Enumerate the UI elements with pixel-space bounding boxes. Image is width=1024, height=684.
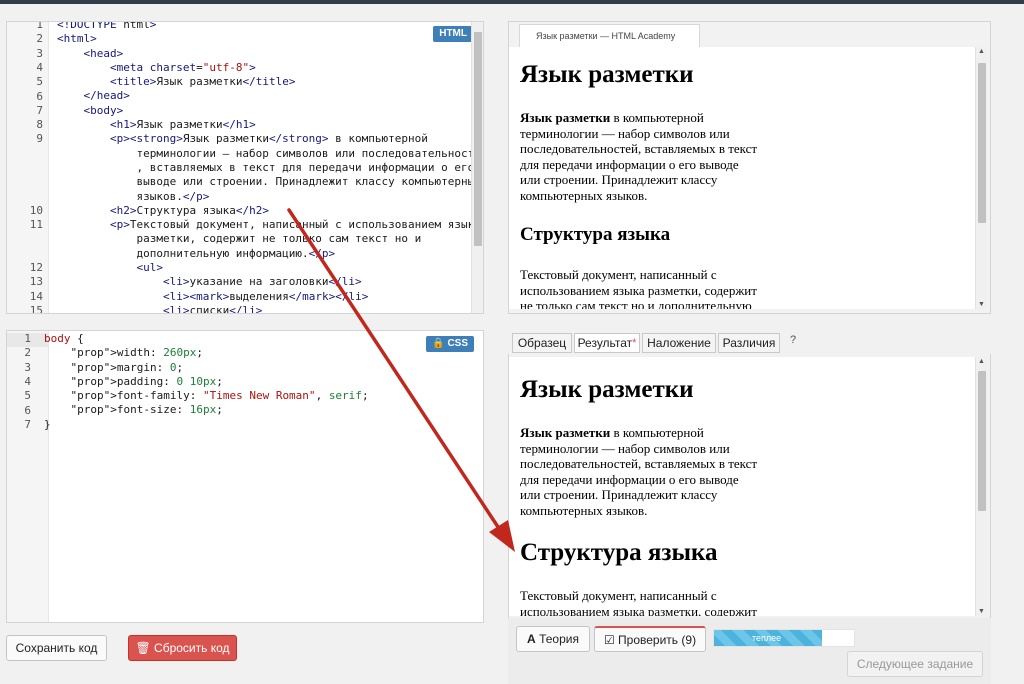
result-paragraph-1: Язык разметки в компьютерной терминологи… [520,425,758,518]
line-number: 3 [36,46,43,60]
theory-button[interactable]: A Теория [516,626,590,652]
html-badge: HTML [433,26,473,42]
line-number: 3 [24,360,31,374]
preview-paragraph-1: Язык разметки в компьютерной терминологи… [520,110,758,203]
result-h1: Язык разметки [520,376,694,403]
line-number: 2 [36,32,43,46]
css-editor[interactable]: 1234567 body { "prop">width: 260px; "pro… [6,330,484,623]
html-scroll-thumb[interactable] [474,32,482,246]
progress-label: теплее [752,633,782,643]
check-square-icon: ☑ [603,633,615,647]
css-badge: 🔒 CSS [426,336,474,352]
line-number: 4 [36,60,43,74]
line-number: 13 [29,275,43,289]
line-number: 14 [29,289,43,303]
line-number: 7 [24,417,31,431]
line-number: 6 [36,89,43,103]
tab-diff[interactable]: Различия [718,333,780,353]
line-number: 9 [36,132,43,146]
line-number: 8 [36,118,43,132]
preview-content: Язык разметки Язык разметки в компьютерн… [520,61,760,309]
compare-tabs: Образец Результат* Наложение Различия ? [508,330,991,354]
line-number: 6 [24,403,31,417]
preview-h2: Структура языка [520,224,671,245]
line-number: 2 [24,346,31,360]
line-number: 12 [29,261,43,275]
result-scrollbar[interactable]: ▲ ▼ [975,357,987,616]
preview-scrollbar[interactable]: ▲ ▼ [975,47,987,309]
progress-bar: теплее [713,629,855,647]
css-code[interactable]: body { "prop">width: 260px; "prop">margi… [44,332,369,432]
preview-viewport: Язык разметки Язык разметки в компьютерн… [509,47,975,309]
top-bar [0,0,1024,4]
result-scroll-thumb[interactable] [978,371,986,511]
scroll-up-icon[interactable]: ▲ [978,48,985,55]
line-number: 5 [24,389,31,403]
result-content: Язык разметки Язык разметки в компьютерн… [520,376,760,616]
html-scrollbar[interactable] [471,22,483,313]
scroll-up-icon[interactable]: ▲ [978,358,985,365]
line-number: 10 [29,203,43,217]
tab-sample[interactable]: Образец [512,333,572,353]
line-number: 4 [24,374,31,388]
save-code-button[interactable]: Сохранить код [6,635,107,661]
html-code[interactable]: <!DOCTYPE html> <html> <head> <meta char… [57,22,483,313]
reset-code-button[interactable]: 🗑 Сбросить код [128,635,237,661]
scroll-down-icon[interactable]: ▼ [978,301,985,308]
result-h2: Структура языка [520,539,718,566]
browser-tab[interactable]: Язык разметки — HTML Academy [519,24,700,48]
tab-overlay[interactable]: Наложение [642,333,716,353]
preview-paragraph-2: Текстовый документ, написанный с использ… [520,267,757,309]
trash-icon: 🗑 [135,641,151,655]
line-number: 5 [36,75,43,89]
next-task-button[interactable]: Следующее задание [847,651,983,677]
check-button[interactable]: ☑ Проверить (9) [594,626,706,652]
line-number: 11 [29,218,43,232]
line-number: 7 [36,103,43,117]
preview-scroll-thumb[interactable] [978,63,986,223]
scroll-down-icon[interactable]: ▼ [978,608,985,615]
help-button[interactable]: ? [790,334,796,346]
lock-icon: 🔒 [432,338,445,349]
line-number: 15 [29,304,43,314]
preview-h1: Язык разметки [520,61,694,88]
line-number: 1 [24,332,31,345]
html-editor[interactable]: 1 2 3 4 5 6 7 8 9 10 11 12 13 14 15 <!DOCTYPE html> <h… [6,21,484,314]
result-viewport: Язык разметки Язык разметки в компьютерн… [509,357,975,616]
result-paragraph-2: Текстовый документ, написанный с использ… [520,588,757,616]
font-a-icon: A [527,632,536,646]
tab-result[interactable]: Результат* [574,333,640,353]
line-number: 1 [36,21,43,31]
